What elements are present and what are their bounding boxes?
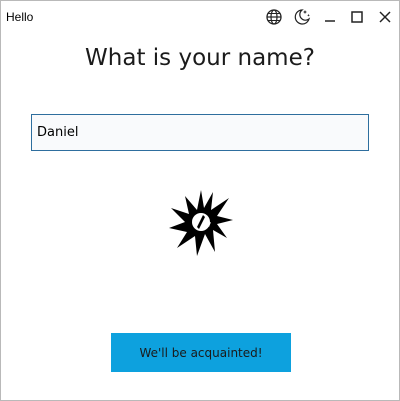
moon-stars-icon bbox=[293, 8, 311, 26]
theme-toggle-button[interactable] bbox=[292, 7, 312, 27]
page-title: What is your name? bbox=[85, 45, 315, 71]
language-button[interactable] bbox=[264, 7, 284, 27]
maximize-icon bbox=[351, 11, 363, 23]
spiky-burst-logo bbox=[167, 186, 235, 258]
submit-button[interactable]: We'll be acquainted! bbox=[111, 333, 291, 372]
close-icon bbox=[379, 11, 391, 23]
app-window: Hello What is your name? Daniel We'll be… bbox=[0, 0, 400, 401]
minimize-icon bbox=[324, 11, 336, 23]
globe-icon bbox=[266, 9, 282, 25]
name-input[interactable] bbox=[31, 114, 369, 151]
maximize-button[interactable] bbox=[347, 7, 367, 27]
close-button[interactable] bbox=[375, 7, 395, 27]
window-title: Hello bbox=[6, 10, 34, 24]
minimize-button[interactable] bbox=[320, 7, 340, 27]
title-bar[interactable]: Hello bbox=[1, 1, 399, 34]
